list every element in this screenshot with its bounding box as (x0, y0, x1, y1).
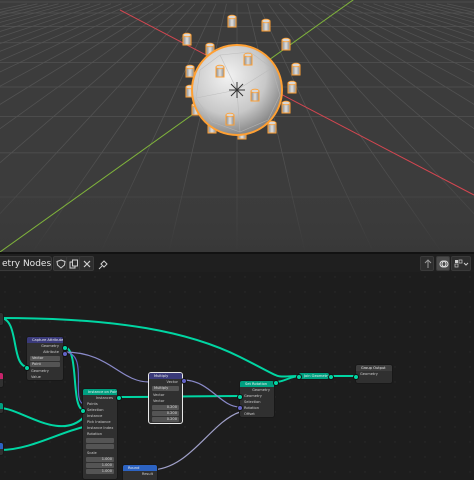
node-left-partial-1[interactable] (0, 372, 4, 388)
node-links (0, 317, 355, 471)
scale-z-field[interactable]: 1.000 (86, 469, 114, 474)
socket-rotation-in[interactable] (237, 405, 243, 411)
node-round[interactable]: Round Result (122, 464, 158, 480)
link-geometry-in-capture[interactable] (0, 317, 29, 368)
socket-label: Geometry (360, 372, 378, 376)
socket-label: Scale (87, 451, 97, 455)
rotation-y-field[interactable] (86, 444, 114, 449)
instance-cylinder (281, 100, 291, 114)
3d-viewport[interactable] (0, 0, 474, 252)
parent-node-tree-button[interactable] (420, 256, 434, 271)
instance-cylinder (291, 62, 301, 76)
node-multiply[interactable]: Multiply Vector Multiply Vector Vector 0… (148, 372, 183, 424)
close-icon (83, 260, 91, 268)
link-vector-multiply[interactable] (63, 351, 150, 383)
node-join-geometry[interactable]: Join Geometry (298, 372, 330, 380)
socket-vector-out[interactable] (181, 378, 187, 384)
node-editor-canvas[interactable]: Capture Attribute Geometry Attribute Vec… (0, 272, 474, 480)
viewport-canvas[interactable] (0, 0, 474, 252)
instance-cylinder (287, 80, 297, 94)
link-points-in[interactable] (0, 407, 85, 428)
rotation-x-field[interactable] (86, 438, 114, 443)
multiply-z-field[interactable]: 0.200 (152, 417, 179, 422)
selected-object[interactable] (182, 14, 301, 140)
node-editor-header: etry Nodes (0, 254, 474, 272)
object-origin-icon (229, 82, 245, 98)
socket-label: Vector (153, 399, 165, 403)
socket-geometry-out[interactable] (273, 380, 279, 386)
overlay-toggle-button[interactable] (436, 256, 450, 271)
multiply-y-field[interactable]: 0.200 (152, 411, 179, 416)
multiply-x-field[interactable]: 0.200 (152, 405, 179, 410)
shield-icon (56, 259, 66, 269)
socket-label: Rotation (87, 432, 103, 436)
link-multiply-to-rotation[interactable] (182, 379, 241, 408)
instance-cylinder (227, 14, 237, 28)
instance-cylinder (182, 32, 192, 46)
node-group-output[interactable]: Group Output Geometry (355, 364, 393, 384)
data-type-dropdown[interactable]: Vector (30, 356, 60, 361)
node-instance-on-points[interactable]: Instance on Points Instances Points Sele… (82, 388, 118, 480)
copy-icon (69, 259, 78, 269)
socket-attribute-out[interactable] (62, 351, 68, 357)
node-set-rotation[interactable]: Set Rotation Geometry Geometry Selection… (239, 380, 275, 418)
grid-snap-icon (454, 259, 469, 268)
socket-join-out[interactable] (328, 374, 334, 380)
scale-x-field[interactable]: 1.000 (86, 457, 114, 462)
socket-label: Value (31, 375, 41, 379)
instance-cylinder (250, 88, 260, 102)
node-tree-name-field[interactable]: etry Nodes (0, 256, 52, 271)
instance-cylinder (281, 37, 291, 51)
operation-dropdown[interactable]: Multiply (152, 386, 179, 391)
node-left-partial-3[interactable] (0, 442, 4, 456)
pin-icon (98, 260, 108, 270)
socket-label: Offset (244, 412, 255, 416)
socket-instances-out[interactable] (116, 395, 122, 401)
socket-geometry-in[interactable] (237, 394, 243, 400)
node-header: Join Geometry (299, 373, 329, 379)
scale-y-field[interactable]: 1.000 (86, 463, 114, 468)
link-instance-in[interactable] (0, 426, 85, 451)
instance-cylinder (267, 120, 277, 134)
instance-cylinder (185, 64, 195, 78)
socket-join-in[interactable] (296, 374, 302, 380)
arrow-up-icon (424, 259, 432, 268)
overlay-icon (439, 260, 449, 268)
node-group-input[interactable] (0, 312, 4, 326)
unlink-button[interactable] (79, 256, 94, 271)
pin-button[interactable] (96, 257, 108, 270)
socket-label: Attribute (43, 350, 59, 354)
domain-dropdown[interactable]: Point (30, 362, 60, 367)
instance-cylinder (225, 112, 235, 126)
instance-cylinder (261, 18, 271, 32)
socket-label: Result (141, 472, 153, 476)
snapping-dropdown[interactable] (451, 256, 471, 271)
instance-cylinder (215, 64, 225, 78)
socket-points-in[interactable] (80, 408, 86, 414)
instance-cylinder (243, 52, 253, 66)
node-left-partial-2[interactable] (0, 402, 4, 414)
socket-output-in[interactable] (353, 374, 359, 380)
socket-label: Vector (166, 380, 178, 384)
socket-geometry-in[interactable] (24, 365, 30, 371)
node-capture-attribute[interactable]: Capture Attribute Geometry Attribute Vec… (26, 336, 64, 381)
